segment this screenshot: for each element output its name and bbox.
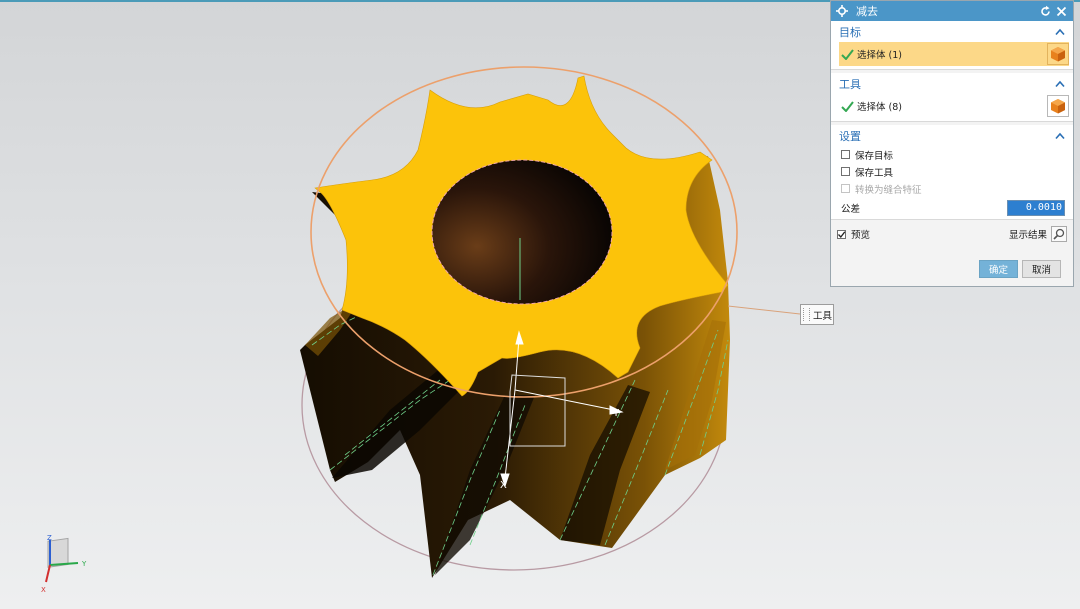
tool-tag-leader [727,305,801,315]
close-icon[interactable] [1055,5,1068,18]
target-select-body-row[interactable]: 选择体 (1) [839,42,1069,66]
solid-body-cube-icon [1051,47,1065,62]
ok-button[interactable]: 确定 [979,260,1018,278]
settings-section: 设置 保存目标 保存工具 转换为缝合特征 公差 0.0010 [831,125,1073,220]
convert-option: 转换为缝合特征 [831,180,1073,197]
dialog-buttons: 确定 取消 [979,260,1061,278]
triad-y-label: Y [81,560,87,568]
tool-body-cube-button[interactable] [1047,95,1069,117]
cancel-button[interactable]: 取消 [1022,260,1061,278]
csys-y-label: Y [612,408,620,419]
triad-x-label: X [41,586,46,594]
convert-checkbox [841,184,850,193]
triad-z-label: Z [47,534,52,542]
gear-icon [836,5,848,17]
keep-tool-option[interactable]: 保存工具 [831,163,1073,180]
preview-row: 预览 显示结果 [831,223,1073,245]
tool-select-body-label: 选择体 (8) [857,102,902,113]
gear-bore [431,159,613,305]
target-section: 目标 选择体 (1) [831,21,1073,70]
solid-body-cube-icon [1051,99,1065,114]
dialog-titlebar[interactable]: 减去 [831,1,1073,21]
keep-tool-checkbox[interactable] [841,167,850,176]
show-result-label: 显示结果 [1008,230,1047,241]
keep-target-option[interactable]: 保存目标 [831,146,1073,163]
keep-target-checkbox[interactable] [841,150,850,159]
tool-select-body-row[interactable]: 选择体 (8) [839,94,1069,118]
keep-target-label: 保存目标 [855,150,894,162]
drag-grip-icon[interactable] [803,308,810,321]
magnifier-icon [1053,228,1065,240]
settings-section-header[interactable]: 设置 [831,125,1073,146]
tool-tag-label[interactable]: 工具 [800,304,834,325]
reset-icon[interactable] [1039,5,1052,18]
collapse-caret-icon[interactable] [1055,28,1065,36]
target-header-label: 目标 [839,25,861,39]
view-triad [45,537,79,583]
target-body-cube-button[interactable] [1047,43,1069,65]
tolerance-label: 公差 [841,204,861,215]
tolerance-row: 公差 0.0010 [831,197,1073,219]
preview-label: 预览 [851,230,871,241]
collapse-caret-icon[interactable] [1055,80,1065,88]
settings-header-label: 设置 [839,129,861,143]
csys-x-label: X [500,480,507,491]
tolerance-input[interactable]: 0.0010 [1007,200,1065,216]
subtract-dialog: 减去 目标 选择体 (1) 工具 选择体 (8) 设置 保存目标 保存工具 转换… [830,0,1074,287]
tool-header-label: 工具 [839,77,861,91]
collapse-caret-icon[interactable] [1055,132,1065,140]
show-result-button[interactable] [1051,226,1067,242]
preview-checkbox[interactable] [837,229,846,239]
keep-tool-label: 保存工具 [855,167,894,179]
tool-tag-text: 工具 [813,310,833,322]
tool-section: 工具 选择体 (8) [831,73,1073,122]
target-section-header[interactable]: 目标 [831,21,1073,42]
tool-section-header[interactable]: 工具 [831,73,1073,94]
check-icon [841,48,854,60]
check-icon [841,100,854,112]
target-select-body-label: 选择体 (1) [857,50,902,61]
convert-label: 转换为缝合特征 [855,184,922,196]
dialog-title: 减去 [856,5,878,18]
checkmark-icon [838,230,846,238]
